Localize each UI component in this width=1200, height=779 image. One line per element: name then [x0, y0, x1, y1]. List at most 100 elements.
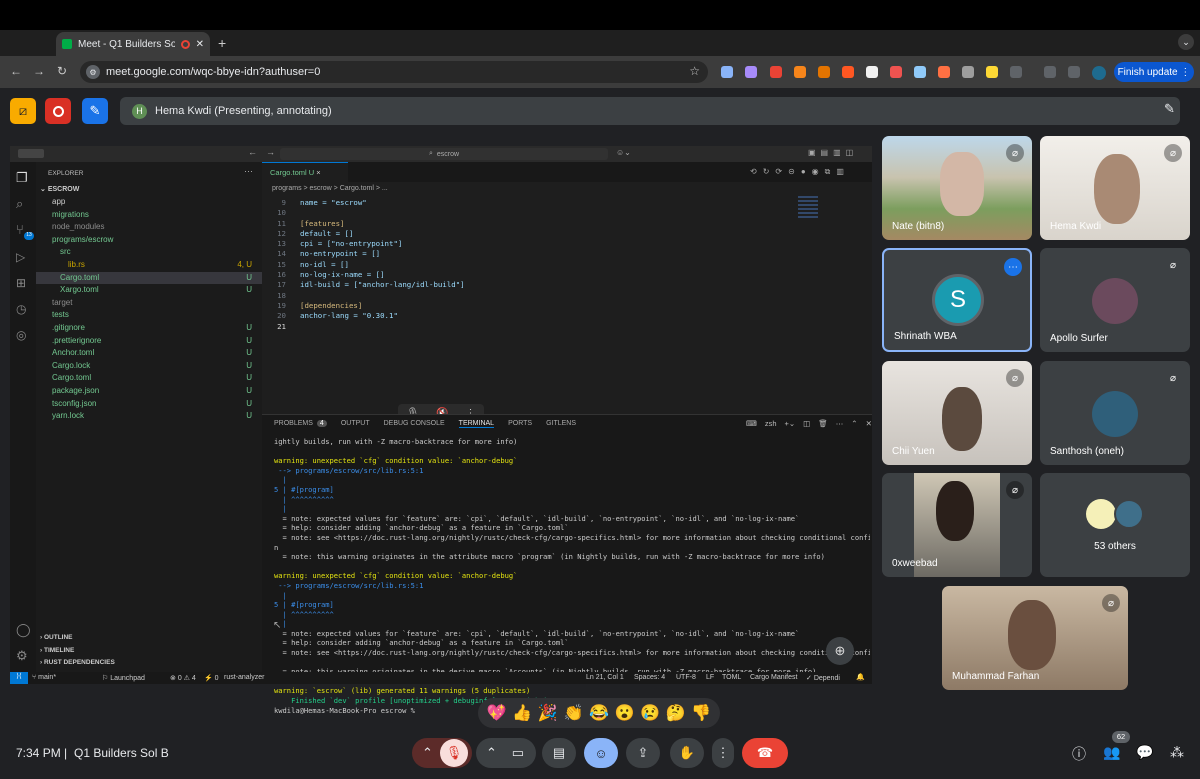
reaction-emoji[interactable]: 👏	[563, 703, 583, 723]
manage-gear-icon[interactable]: ⚙	[16, 648, 28, 664]
gitlens-icon[interactable]: ◎	[16, 328, 26, 342]
close-tab-icon[interactable]: ✕	[196, 39, 204, 50]
tree-item[interactable]: Xargo.toml U	[36, 284, 262, 297]
tree-item[interactable]: lib.rs 4, U	[36, 259, 262, 272]
reaction-emoji[interactable]: 😢	[640, 703, 660, 723]
new-tab-button[interactable]: +	[218, 35, 226, 51]
copilot-icon[interactable]: ☺⌄	[616, 148, 631, 157]
layout-icons[interactable]: ▣▤▥◫	[808, 148, 858, 157]
cargo-manifest[interactable]: Cargo Manifest	[750, 674, 797, 681]
tree-item[interactable]: node_modules	[36, 221, 262, 234]
stop-presenting-button[interactable]: ⧄	[10, 98, 36, 124]
tree-item[interactable]: src	[36, 246, 262, 259]
tree-item[interactable]: .prettierignore U	[36, 335, 262, 348]
browser-tab[interactable]: Meet - Q1 Builders Sol B ✕	[56, 32, 210, 56]
branch[interactable]: ⑂ main*	[32, 674, 56, 681]
editor-tab[interactable]: Cargo.toml U ×	[262, 162, 348, 182]
tree-item[interactable]: yarn.lock U	[36, 410, 262, 423]
eol[interactable]: LF	[706, 674, 714, 681]
end-call-button[interactable]: ☎	[742, 738, 788, 768]
extension-icon[interactable]	[794, 66, 806, 78]
sidebar-toggle-icon[interactable]	[18, 149, 44, 158]
raise-hand-button[interactable]: ✋	[670, 738, 704, 768]
tree-item[interactable]: .gitignore U	[36, 322, 262, 335]
panel-tab[interactable]: PORTS	[508, 420, 532, 428]
explorer-more-icon[interactable]: ⋯	[244, 166, 253, 177]
url-bar[interactable]: ⚙ meet.google.com/wqc-bbye-idn?authuser=…	[80, 61, 708, 83]
finish-update-button[interactable]: Finish update ⋮	[1114, 62, 1194, 82]
panel-tab[interactable]: PROBLEMS 4	[274, 420, 327, 428]
activities-icon[interactable]: ⁂	[1170, 744, 1184, 761]
account-icon[interactable]: ◯	[16, 622, 31, 638]
nav-forward-icon[interactable]: →	[266, 147, 275, 157]
camera-button[interactable]: ⌃ ▭	[476, 738, 536, 768]
notes-button[interactable]: ✎	[82, 98, 108, 124]
tab-search-button[interactable]: ⌄	[1178, 34, 1194, 50]
remote-indicator[interactable]: ⟩⟨	[10, 672, 28, 684]
extension-icon[interactable]	[986, 66, 998, 78]
participant-tile[interactable]: ⌀ 0xweebad	[882, 473, 1032, 577]
annotate-pen-icon[interactable]: ✎	[1164, 101, 1175, 117]
others-tile[interactable]: 53 others	[1040, 473, 1190, 577]
ports-status[interactable]: ⚡ 0	[204, 674, 219, 682]
nav-back-icon[interactable]: ←	[248, 147, 257, 157]
extension-icon[interactable]	[890, 66, 902, 78]
editor-actions[interactable]: ⟲↻⟳⊝●◉⧉▥	[750, 167, 850, 177]
rust-analyzer-status[interactable]: rust-analyzer	[224, 674, 264, 681]
download-icon[interactable]	[1068, 66, 1080, 78]
zoom-icon[interactable]: ⊕	[826, 637, 854, 665]
extension-icon[interactable]	[914, 66, 926, 78]
encoding[interactable]: UTF-8	[676, 674, 696, 681]
problems-status[interactable]: ⊗ 0 ⚠ 4	[170, 674, 196, 682]
reload-button[interactable]: ↻	[57, 64, 67, 78]
extensions-icon[interactable]: ⊞	[16, 276, 26, 290]
participant-tile[interactable]: ⌀ Muhammad Farhan	[942, 586, 1128, 690]
tree-item[interactable]: package.json U	[36, 385, 262, 398]
present-button[interactable]: ⇪	[626, 738, 660, 768]
site-info-icon[interactable]: ⚙	[86, 65, 100, 79]
forward-button[interactable]: →	[33, 64, 45, 78]
run-debug-icon[interactable]: ▷	[16, 250, 25, 264]
participant-tile[interactable]: ⌀ Apollo Surfer	[1040, 248, 1190, 352]
tree-item[interactable]: tests	[36, 309, 262, 322]
tree-item[interactable]: programs/escrow	[36, 234, 262, 247]
extensions-puzzle-icon[interactable]	[1010, 66, 1022, 78]
search-icon[interactable]: ⌕	[16, 196, 23, 212]
extension-icon[interactable]	[962, 66, 974, 78]
reading-list-icon[interactable]	[1044, 66, 1056, 78]
indentation[interactable]: Spaces: 4	[634, 674, 665, 681]
cursor-position[interactable]: Ln 21, Col 1	[586, 674, 624, 681]
more-options-button[interactable]: ⋮	[712, 738, 734, 768]
panel-tab[interactable]: OUTPUT	[341, 420, 370, 428]
captions-button[interactable]: ▤	[542, 738, 576, 768]
participant-tile-active[interactable]: S ⋯ Shrinath WBA	[882, 248, 1032, 352]
more-options-icon[interactable]: ⋯	[1004, 258, 1022, 276]
notifications-bell-icon[interactable]: 🔔	[856, 673, 865, 681]
sidebar-section[interactable]: › RUST DEPENDENCIES	[40, 657, 262, 670]
tree-item[interactable]: Cargo.lock U	[36, 360, 262, 373]
breadcrumb[interactable]: programs > escrow > Cargo.toml > ...	[272, 185, 388, 192]
participant-tile[interactable]: ⌀ Hema Kwdi	[1040, 136, 1190, 240]
tree-item[interactable]: tsconfig.json U	[36, 398, 262, 411]
explorer-root[interactable]: ⌄ ESCROW	[40, 184, 79, 197]
reaction-emoji[interactable]: 😮	[615, 703, 635, 723]
meeting-info-icon[interactable]: ⓘ	[1072, 744, 1086, 764]
people-icon[interactable]: 👥	[1103, 744, 1120, 761]
mic-options-button[interactable]: ⌃ 🎙	[412, 738, 472, 768]
code-lines[interactable]: 9 name = "escrow" 10 11 [features] 12 default …	[262, 198, 802, 332]
dependi[interactable]: ✓ Dependi	[806, 674, 840, 682]
reaction-emoji[interactable]: 👍	[512, 703, 532, 723]
tree-item[interactable]: Cargo.toml U	[36, 372, 262, 385]
close-icon[interactable]: ×	[316, 168, 320, 177]
tree-item[interactable]: target	[36, 297, 262, 310]
terminal-actions[interactable]: ⌨ zsh +⌄ ◫ 🗑 ⋯ ⌃ ✕	[746, 419, 872, 428]
reaction-emoji[interactable]: 😂	[589, 703, 609, 723]
extension-icon[interactable]	[818, 66, 830, 78]
extension-icon[interactable]	[938, 66, 950, 78]
sidebar-section[interactable]: › OUTLINE	[40, 632, 262, 645]
participant-tile[interactable]: ⌀ Santhosh (oneh)	[1040, 361, 1190, 465]
extension-icon[interactable]	[842, 66, 854, 78]
timeline-icon[interactable]: ◷	[16, 302, 26, 316]
sidebar-section[interactable]: › TIMELINE	[40, 645, 262, 658]
tree-item[interactable]: Anchor.toml U	[36, 347, 262, 360]
